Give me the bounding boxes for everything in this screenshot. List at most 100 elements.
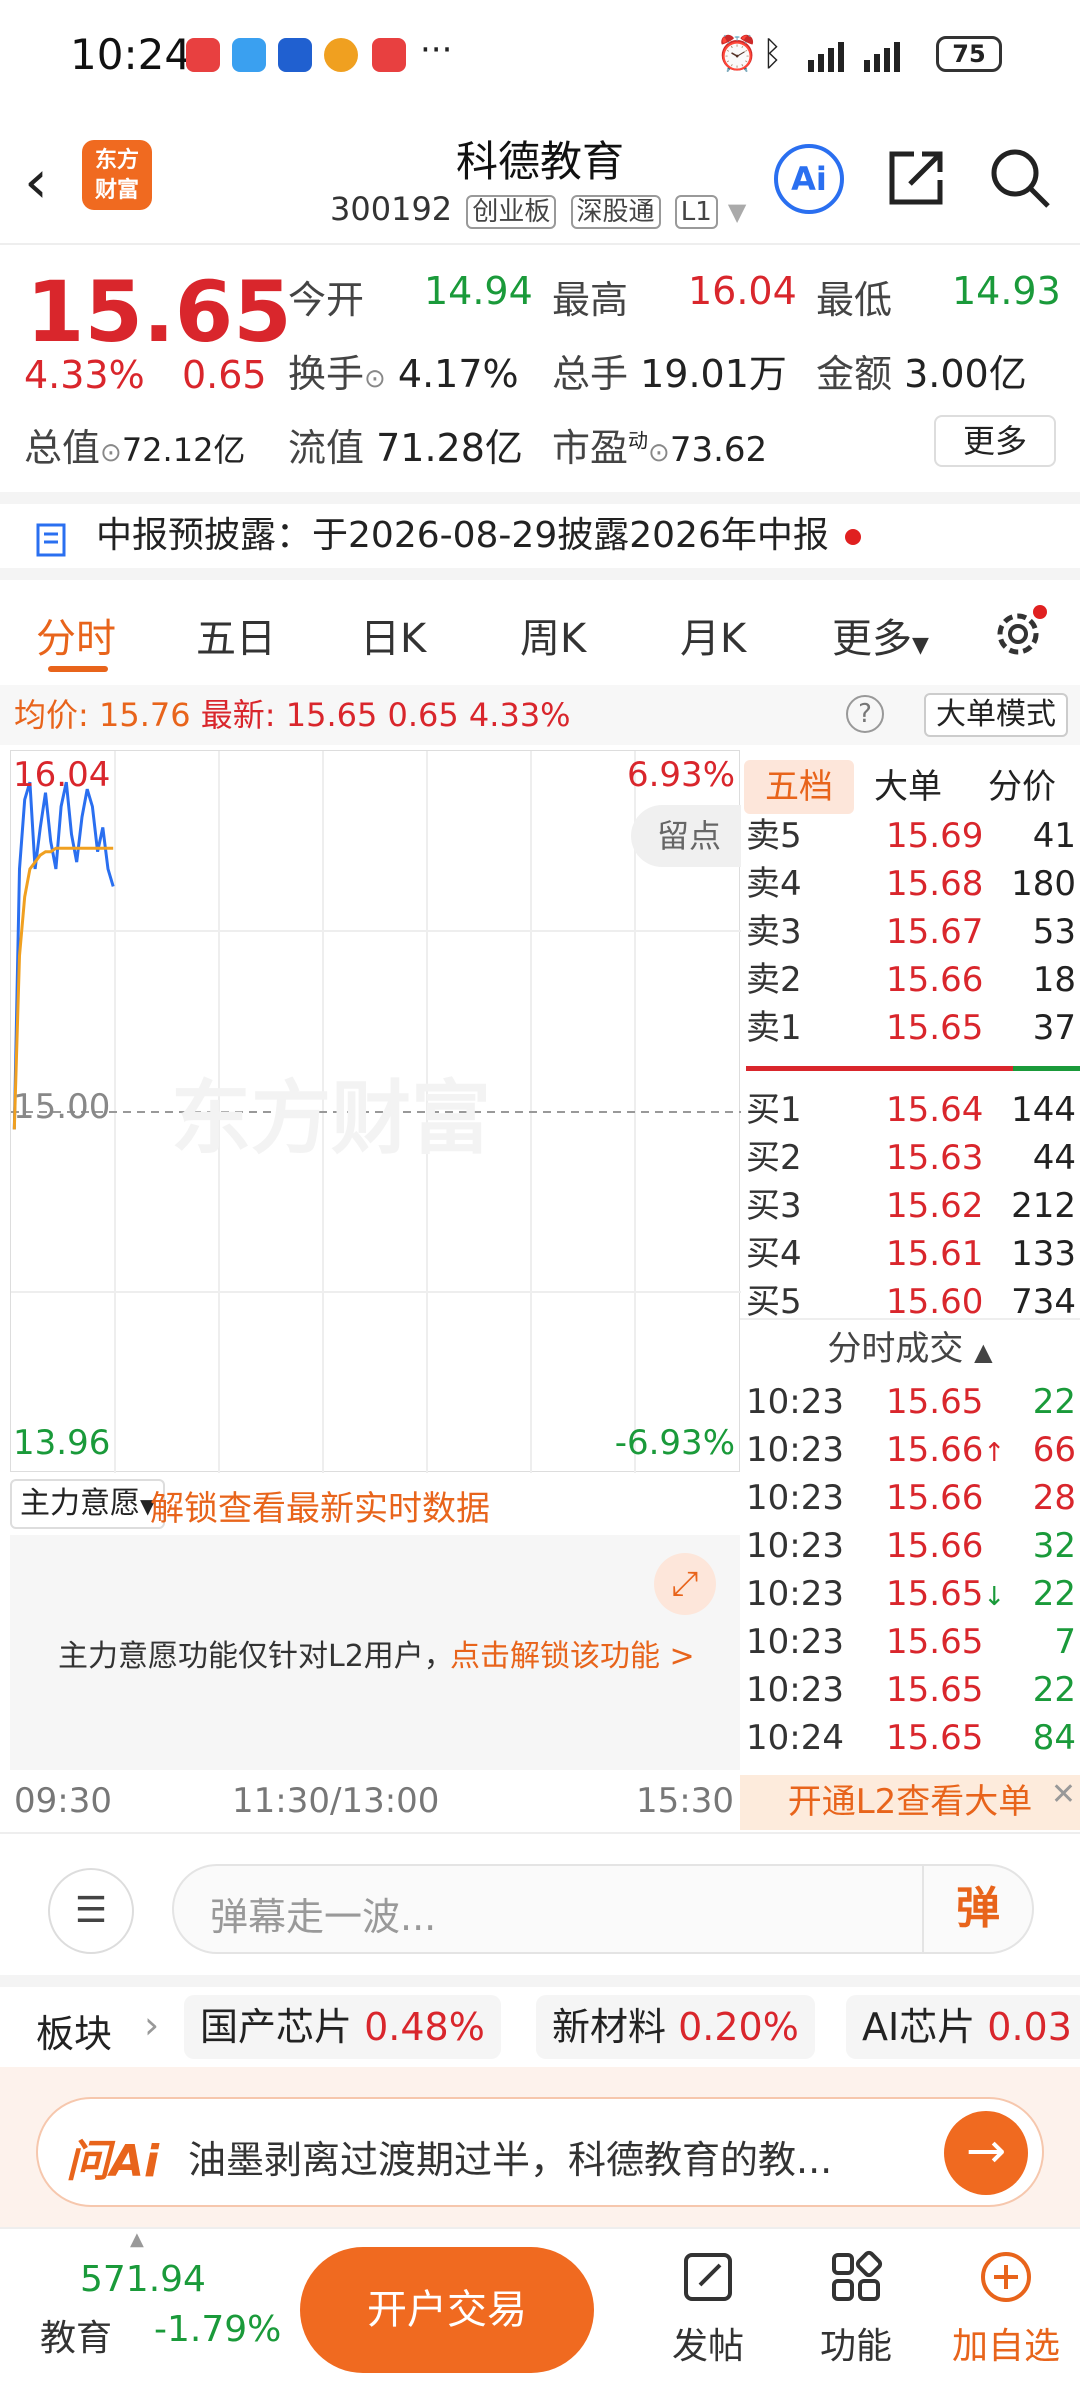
index-pct[interactable]: -1.79% <box>154 2309 281 2350</box>
liudian-button[interactable]: 留点 <box>631 805 741 867</box>
index-value[interactable]: 571.94 <box>80 2259 206 2300</box>
ai-assistant-button[interactable]: Ai <box>774 144 844 214</box>
trade-price: 15.65 <box>886 1718 984 1758</box>
high-label: 最高 <box>552 278 629 322</box>
add-watchlist-icon[interactable] <box>978 2249 1034 2305</box>
close-icon[interactable]: ✕ <box>1051 1767 1076 1822</box>
chevron-down-icon[interactable]: ▼ <box>728 198 746 226</box>
trade-volume: 22 <box>1032 1574 1076 1614</box>
level-price: 15.62 <box>886 1186 984 1226</box>
level-volume: 18 <box>1032 960 1076 1000</box>
unlock-feature-link[interactable]: 点击解锁该功能 > <box>450 1631 695 1675</box>
notice-text: 于2026-08-29披露2026年中报 <box>312 515 829 556</box>
tab-weekly-k[interactable]: 周K <box>520 606 586 664</box>
active-tab-indicator <box>48 666 108 672</box>
chevron-up-icon[interactable]: ▲ <box>130 2229 144 2250</box>
trade-price: 15.65 <box>886 1670 984 1710</box>
trade-volume: 22 <box>1032 1382 1076 1422</box>
trade-row: 10:23 15.65 7 <box>746 1618 1076 1666</box>
ask-row[interactable]: 卖4 15.68 180 <box>746 860 1076 908</box>
ask-row[interactable]: 卖2 15.66 18 <box>746 956 1076 1004</box>
app-logo: 东方 财富 <box>82 140 152 210</box>
float-label: 流值 <box>288 426 365 470</box>
arrow-right-icon[interactable]: → <box>944 2111 1028 2195</box>
arrow-up-icon: ↑ <box>983 1438 1006 1468</box>
main-force-selector[interactable]: 主力意愿▼ <box>10 1479 166 1529</box>
tab-big-orders[interactable]: 大单 <box>874 760 942 814</box>
arrow-down-icon: ↓ <box>983 1582 1006 1612</box>
comment-list-icon[interactable]: ☰ <box>48 1868 134 1954</box>
level-price: 15.68 <box>886 864 984 904</box>
tab-more[interactable]: 更多▼ <box>832 606 929 664</box>
tab-monthly-k[interactable]: 月K <box>680 606 746 664</box>
mktcap-value: 72.12亿 <box>121 431 246 469</box>
level-tag: L1 <box>674 195 718 229</box>
bid-row[interactable]: 买1 15.64 144 <box>746 1086 1076 1134</box>
level-price: 15.66 <box>886 960 984 1000</box>
trade-volume: 22 <box>1032 1670 1076 1710</box>
tab-five-day[interactable]: 五日 <box>196 606 276 664</box>
chevron-right-icon[interactable]: › <box>144 2003 159 2047</box>
sector-chip[interactable]: 国产芯片 0.48% <box>184 1995 501 2059</box>
trade-row: 10:23 15.66↑ 66 <box>746 1426 1076 1474</box>
info-icon[interactable]: ⊙ <box>648 438 670 468</box>
ask-row[interactable]: 卖3 15.67 53 <box>746 908 1076 956</box>
info-icon[interactable]: ⊙ <box>100 438 122 468</box>
chevron-up-icon: ▲ <box>974 1338 993 1366</box>
level-volume: 144 <box>1011 1090 1076 1130</box>
unlock-link[interactable]: 解锁查看最新实时数据 <box>150 1481 490 1530</box>
search-icon[interactable] <box>988 146 1052 210</box>
sector-chip[interactable]: AI芯片 0.03 <box>846 1995 1080 2059</box>
share-icon[interactable] <box>884 146 948 210</box>
level-volume: 41 <box>1032 816 1076 856</box>
float-value: 71.28亿 <box>376 426 523 470</box>
level-volume: 53 <box>1032 912 1076 952</box>
intraday-chart[interactable]: 东方财富 16.04 6.93% 15.00 13.96 -6.93% 留点 <box>10 750 741 1473</box>
big-order-mode-button[interactable]: 大单模式 <box>924 693 1068 737</box>
bid-row[interactable]: 买3 15.62 212 <box>746 1182 1076 1230</box>
danmu-toggle-button[interactable]: 弹 <box>922 1866 1032 1952</box>
chart-tabs: 分时 五日 日K 周K 月K 更多▼ <box>0 580 1080 680</box>
back-button[interactable]: ‹ <box>24 152 48 212</box>
function-label[interactable]: 功能 <box>796 2317 916 2369</box>
index-name[interactable]: 教育 <box>40 2309 112 2361</box>
danmu-input[interactable]: 弹幕走一波... 弹 <box>172 1864 1034 1954</box>
l2-upsell-text: 开通L2查看大单 <box>787 1782 1033 1822</box>
sector-chip[interactable]: 新材料 0.20% <box>536 1995 815 2059</box>
more-button[interactable]: 更多 <box>934 415 1056 467</box>
help-icon[interactable]: ? <box>846 695 884 733</box>
bid-row[interactable]: 买4 15.61 133 <box>746 1230 1076 1278</box>
amount-label: 金额 <box>816 352 893 396</box>
info-icon[interactable]: ⊙ <box>364 364 386 394</box>
post-label[interactable]: 发帖 <box>648 2317 768 2369</box>
expand-icon[interactable]: ⤢ <box>654 1553 716 1615</box>
trade-row: 10:24 15.65 84 <box>746 1714 1076 1762</box>
open-trade-button[interactable]: 开户交易 <box>300 2247 594 2373</box>
ask-row[interactable]: 卖1 15.65 37 <box>746 1004 1076 1052</box>
ask-ai-section: 问Ai 油墨剥离过渡期过半，科德教育的教... → <box>0 2067 1080 2227</box>
trades-title[interactable]: 分时成交 ▲ <box>740 1318 1080 1376</box>
post-icon[interactable] <box>680 2249 736 2305</box>
trade-price: 15.65 <box>886 1622 984 1662</box>
notice-label: 中报预披露： <box>96 515 313 556</box>
report-notice[interactable]: 中报预披露：于2026-08-29披露2026年中报 <box>0 492 1080 580</box>
add-watchlist-label[interactable]: 加自选 <box>946 2317 1066 2369</box>
bid-row[interactable]: 买2 15.63 44 <box>746 1134 1076 1182</box>
level-price: 15.64 <box>886 1090 984 1130</box>
ask-ai-bar[interactable]: 问Ai 油墨剥离过渡期过半，科德教育的教... → <box>36 2097 1044 2207</box>
trade-price: 15.66 <box>886 1478 984 1518</box>
tab-price-dist[interactable]: 分价 <box>988 760 1056 814</box>
app-notification-icon <box>186 38 220 72</box>
level-volume: 212 <box>1011 1186 1076 1226</box>
tab-five-levels[interactable]: 五档 <box>744 760 854 814</box>
danmu-placeholder: 弹幕走一波... <box>210 1895 437 1939</box>
tab-intraday[interactable]: 分时 <box>36 606 116 664</box>
ask-row[interactable]: 卖5 15.69 41 <box>746 812 1076 860</box>
settings-icon[interactable] <box>990 604 1050 664</box>
function-grid-icon[interactable] <box>828 2249 884 2305</box>
trade-volume: 84 <box>1032 1718 1076 1758</box>
tab-daily-k[interactable]: 日K <box>360 606 426 664</box>
volume-label: 总手 <box>552 352 629 396</box>
trade-row: 10:23 15.65 22 <box>746 1378 1076 1426</box>
l2-upsell-bar[interactable]: 开通L2查看大单 ✕ <box>740 1775 1080 1830</box>
